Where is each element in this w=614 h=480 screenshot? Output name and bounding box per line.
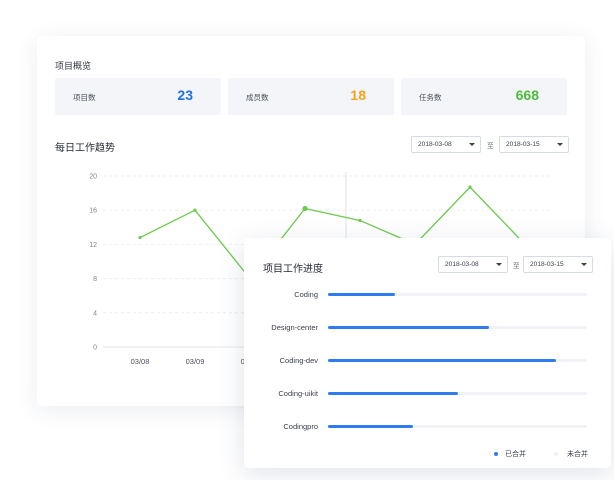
progress-bar-codingpro[interactable] (328, 425, 414, 428)
progress-row-label: Coding (294, 290, 318, 299)
progress-track (328, 425, 587, 428)
legend-merged-dot (494, 452, 498, 456)
data-point (193, 208, 197, 212)
date-separator: 至 (513, 263, 520, 270)
date-value: 2018-03-15 (506, 141, 540, 148)
progress-title: 项目工作进度 (263, 264, 323, 275)
stat-label: 项目数 (73, 93, 96, 102)
data-point (468, 185, 472, 189)
y-tick-label: 8 (93, 276, 97, 283)
legend-merged-label: 已合并 (505, 451, 526, 458)
progress-bar-coding[interactable] (328, 293, 396, 296)
progress-track (328, 359, 587, 362)
y-tick-label: 20 (89, 174, 97, 181)
y-tick-label: 0 (93, 345, 97, 352)
progress-row-label: Design-center (271, 323, 318, 332)
progress-date-to-select[interactable]: 2018-03-15 (523, 256, 593, 273)
stat-value: 18 (350, 87, 366, 103)
stat-label: 任务数 (419, 93, 442, 102)
stat-value: 668 (515, 87, 539, 103)
trend-date-to-select[interactable]: 2018-03-15 (499, 136, 569, 153)
overview-title: 项目概览 (55, 61, 92, 71)
caret-down-icon (496, 263, 502, 266)
data-point (302, 205, 308, 212)
y-tick-label: 16 (89, 208, 97, 215)
progress-row-label: Coding-uikit (278, 389, 318, 398)
progress-date-from-select[interactable]: 2018-03-08 (438, 256, 508, 273)
progress-row-label: Codingpro (283, 422, 318, 431)
x-tick-label: 03/09 (186, 357, 205, 366)
dashboard-canvas: 项目概览 项目数 23 成员数 18 任务数 668 每日工作趋势 2018-0… (0, 0, 614, 480)
date-value: 2018-03-08 (418, 141, 452, 148)
progress-bar-coding-uikit[interactable] (328, 392, 458, 395)
caret-down-icon (557, 143, 563, 146)
y-tick-label: 12 (89, 242, 97, 249)
stat-card-members[interactable]: 成员数 18 (228, 78, 394, 115)
data-point (358, 218, 362, 223)
stat-card-tasks[interactable]: 任务数 668 (401, 78, 567, 115)
progress-track (328, 293, 587, 296)
progress-card: 项目工作进度 2018-03-08 至 2018-03-15 Coding De… (244, 238, 611, 468)
legend-unmerged-label: 未合并 (567, 451, 588, 458)
trend-date-from-select[interactable]: 2018-03-08 (411, 136, 481, 153)
date-value: 2018-03-15 (530, 261, 564, 268)
progress-bar-design-center[interactable] (328, 326, 489, 329)
data-point (138, 235, 142, 240)
progress-bar-coding-dev[interactable] (328, 359, 556, 362)
date-value: 2018-03-08 (445, 261, 479, 268)
legend-unmerged-dot (554, 452, 558, 456)
progress-track (328, 326, 587, 329)
progress-track (328, 392, 587, 395)
caret-down-icon (469, 143, 475, 146)
trend-title: 每日工作趋势 (55, 143, 115, 154)
progress-row-label: Coding-dev (279, 356, 318, 365)
stat-value: 23 (177, 87, 193, 103)
x-tick-label: 03/08 (131, 357, 150, 366)
stat-card-projects[interactable]: 项目数 23 (55, 78, 221, 115)
stat-label: 成员数 (246, 93, 269, 102)
y-tick-label: 4 (93, 310, 97, 317)
date-separator: 至 (487, 143, 494, 150)
caret-down-icon (581, 263, 587, 266)
